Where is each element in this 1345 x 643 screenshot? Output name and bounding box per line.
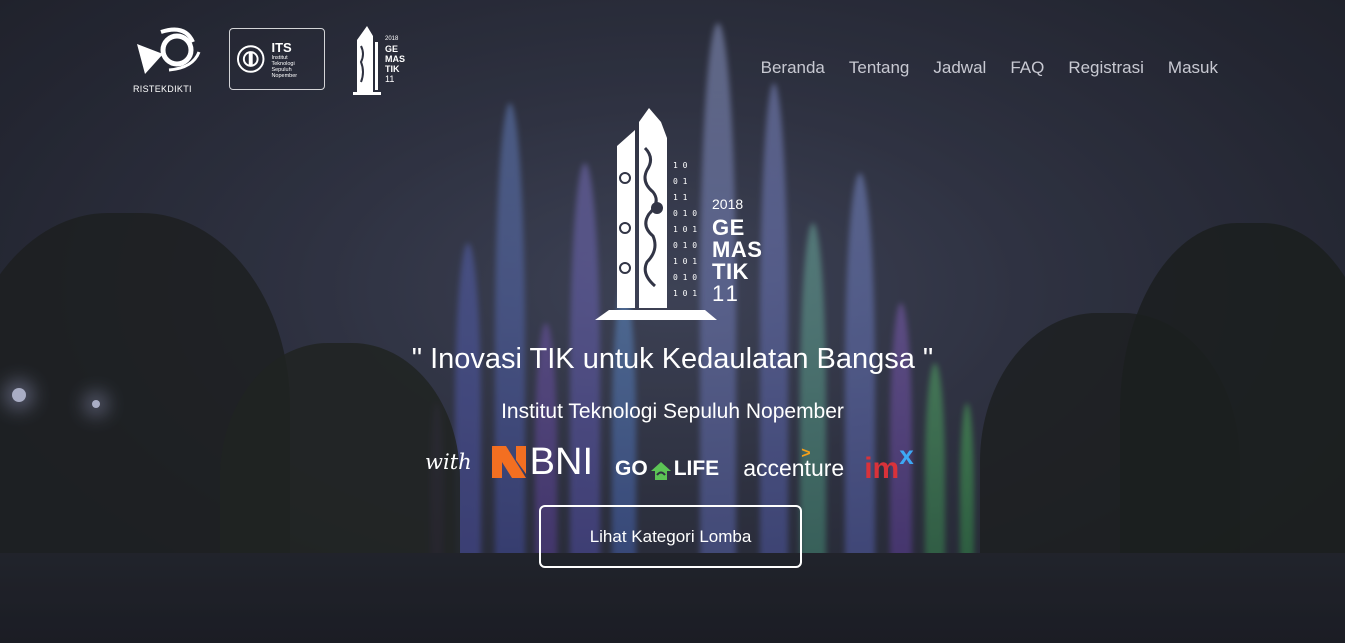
golife-go: GO (615, 457, 648, 480)
nav-faq[interactable]: FAQ (1010, 58, 1044, 78)
svg-text:0 1 0: 0 1 0 (673, 209, 697, 218)
svg-text:1 0: 1 0 (673, 161, 688, 170)
gemastik-small-year: 2018 (385, 36, 399, 42)
golife-house-icon (650, 462, 671, 480)
its-logo[interactable]: ITS Institut Teknologi Sepuluh Nopember (229, 28, 325, 90)
gemastik-tower-icon (353, 26, 381, 95)
nav-registrasi[interactable]: Registrasi (1068, 58, 1144, 78)
gemastik-hero-wordmark: 2018 GE MAS TIK 11 (712, 193, 762, 305)
svg-text:1 0 1: 1 0 1 (673, 257, 697, 266)
gemastik-small-line-2: MAS (385, 54, 405, 64)
partner-logos: RISTEKDIKTI ITS Institut Teknologi Sepul… (133, 22, 405, 96)
gemastik-small-line-3: TIK (385, 64, 400, 74)
view-categories-button[interactable]: Lihat Kategori Lomba (539, 505, 802, 568)
bni-text: BNI (529, 441, 594, 483)
gemastik-small-line-1: GE (385, 44, 399, 54)
nav-masuk[interactable]: Masuk (1168, 58, 1218, 78)
ristekdikti-emblem-icon (137, 27, 201, 74)
ristekdikti-label: RISTEKDIKTI (133, 84, 192, 94)
gemastik-line-tik: TIK (712, 259, 749, 284)
gemastik-line-mas: MAS (712, 237, 763, 262)
hero-tagline: " Inovasi TIK untuk Kedaulatan Bangsa " (411, 343, 934, 375)
accenture-mark: > (801, 444, 811, 462)
main-nav: Beranda Tentang Jadwal FAQ Registrasi Ma… (761, 58, 1218, 78)
svg-text:0 1: 0 1 (673, 177, 688, 186)
its-subtitle-line-3: Sepuluh Nopember (271, 66, 298, 79)
hero-institute: Institut Teknologi Sepuluh Nopember (501, 400, 844, 423)
its-emblem-icon (236, 45, 265, 73)
svg-text:1 0 1: 1 0 1 (673, 225, 697, 234)
gemastik-number: 11 (712, 281, 741, 306)
nav-jadwal[interactable]: Jadwal (933, 58, 986, 78)
ristekdikti-logo[interactable]: RISTEKDIKTI (133, 24, 203, 94)
nav-beranda[interactable]: Beranda (761, 58, 825, 78)
sponsor-logos: with BNI GO LIFE > accenture imx (425, 438, 914, 486)
gemastik-small-logo[interactable]: 2018 GE MAS TIK 11 (351, 22, 405, 96)
bni-logo[interactable]: BNI (491, 441, 594, 483)
golife-logo[interactable]: GO LIFE (615, 457, 719, 481)
svg-text:1 0 1: 1 0 1 (673, 289, 697, 298)
svg-text:1 1: 1 1 (673, 193, 688, 202)
its-title: ITS (271, 39, 292, 55)
accenture-text: accenture (743, 454, 845, 481)
svg-text:0 1 0: 0 1 0 (673, 273, 697, 282)
sponsors-with-label: with (425, 450, 472, 474)
accenture-logo[interactable]: > accenture (743, 445, 845, 482)
imx-logo[interactable]: imx (864, 440, 913, 486)
nav-tentang[interactable]: Tentang (849, 58, 910, 78)
golife-life: LIFE (673, 457, 720, 480)
imx-sup: x (899, 440, 914, 470)
gemastik-small-line-4: 11 (385, 74, 395, 84)
bni-mark-icon (491, 446, 526, 478)
gemastik-year: 2018 (712, 196, 744, 212)
imx-main: im (864, 452, 900, 485)
svg-text:0 1 0: 0 1 0 (673, 241, 697, 250)
gemastik-line-ge: GE (712, 215, 745, 240)
